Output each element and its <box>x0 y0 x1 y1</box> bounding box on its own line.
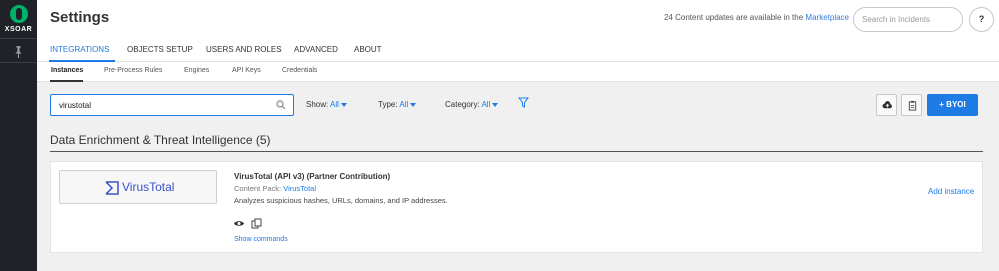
tab-integrations[interactable]: INTEGRATIONS <box>50 45 109 54</box>
left-rail: XSOAR <box>0 0 37 271</box>
integration-search-value: virustotal <box>59 101 92 110</box>
subtab-engines[interactable]: Engines <box>184 67 209 74</box>
byoi-label: BYOI <box>946 100 966 109</box>
virustotal-logo: VirusTotal <box>59 170 217 204</box>
filter-icon[interactable] <box>518 97 529 108</box>
show-filter-label: Show: <box>306 100 329 109</box>
byoi-button[interactable]: + BYOI <box>927 94 978 116</box>
show-filter-value: All <box>330 100 339 109</box>
upload-button[interactable] <box>876 94 897 116</box>
integration-description: Analyzes suspicious hashes, URLs, domain… <box>234 196 448 205</box>
category-filter-value: All <box>481 100 491 109</box>
content-updates-notice: 24 Content updates are available in the … <box>664 13 849 22</box>
subtab-instances[interactable]: Instances <box>51 67 83 74</box>
tab-objects-setup[interactable]: OBJECTS SETUP <box>127 45 193 54</box>
integration-card: VirusTotal VirusTotal (API v3) (Partner … <box>50 161 983 253</box>
active-subtab-indicator <box>50 80 83 82</box>
type-filter[interactable]: Type: All <box>378 100 417 109</box>
incident-search-input[interactable]: Search in Incidents <box>853 7 963 32</box>
type-filter-label: Type: <box>378 100 398 109</box>
xsoar-logo-text: XSOAR <box>4 26 33 33</box>
content-pack-label: Content Pack: <box>234 184 282 193</box>
clipboard-icon <box>908 100 917 111</box>
subtab-api-keys[interactable]: API Keys <box>232 67 261 74</box>
pin-button[interactable] <box>0 38 37 63</box>
xsoar-logo-icon <box>9 5 28 23</box>
category-filter-label: Category: <box>445 100 480 109</box>
show-commands-link[interactable]: Show commands <box>234 236 288 243</box>
integration-subtabs: Instances Pre-Process Rules Engines API … <box>37 62 999 82</box>
marketplace-link[interactable]: Marketplace <box>805 13 849 22</box>
add-instance-button[interactable]: Add instance <box>928 187 974 196</box>
integration-search-input[interactable]: virustotal <box>50 94 294 116</box>
content-pack-link[interactable]: VirusTotal <box>283 184 316 193</box>
page-header: Settings 24 Content updates are availabl… <box>37 0 999 40</box>
xsoar-logo[interactable]: XSOAR <box>4 5 33 39</box>
subtab-credentials[interactable]: Credentials <box>282 67 317 74</box>
subtab-pre-process-rules[interactable]: Pre-Process Rules <box>104 67 162 74</box>
copy-icon[interactable] <box>251 218 262 229</box>
type-filter-value: All <box>399 100 409 109</box>
virustotal-logo-icon <box>105 181 119 195</box>
category-filter[interactable]: Category: All <box>445 100 499 109</box>
tab-advanced[interactable]: ADVANCED <box>294 45 338 54</box>
eye-icon[interactable] <box>233 219 245 228</box>
pin-icon <box>15 46 22 58</box>
virustotal-logo-text: VirusTotal <box>122 180 175 194</box>
content-pack-line: Content Pack: VirusTotal <box>234 184 316 193</box>
show-filter[interactable]: Show: All <box>306 100 347 109</box>
section-title: Data Enrichment & Threat Intelligence (5… <box>50 133 271 147</box>
page-title: Settings <box>50 9 110 26</box>
tab-about[interactable]: ABOUT <box>354 45 382 54</box>
chevron-down-icon <box>340 102 347 107</box>
integration-title: VirusTotal (API v3) (Partner Contributio… <box>234 172 391 181</box>
updates-text: 24 Content updates are available in the <box>663 13 804 22</box>
help-button[interactable]: ? <box>969 7 994 32</box>
clipboard-button[interactable] <box>901 94 922 116</box>
search-icon <box>276 100 286 110</box>
plus-icon: + <box>939 100 944 109</box>
settings-tabs: INTEGRATIONS OBJECTS SETUP USERS AND ROL… <box>37 40 999 62</box>
chevron-down-icon <box>410 102 417 107</box>
section-divider <box>50 151 983 152</box>
tab-users-and-roles[interactable]: USERS AND ROLES <box>206 45 282 54</box>
chevron-down-icon <box>492 102 499 107</box>
cloud-upload-icon <box>882 101 892 109</box>
